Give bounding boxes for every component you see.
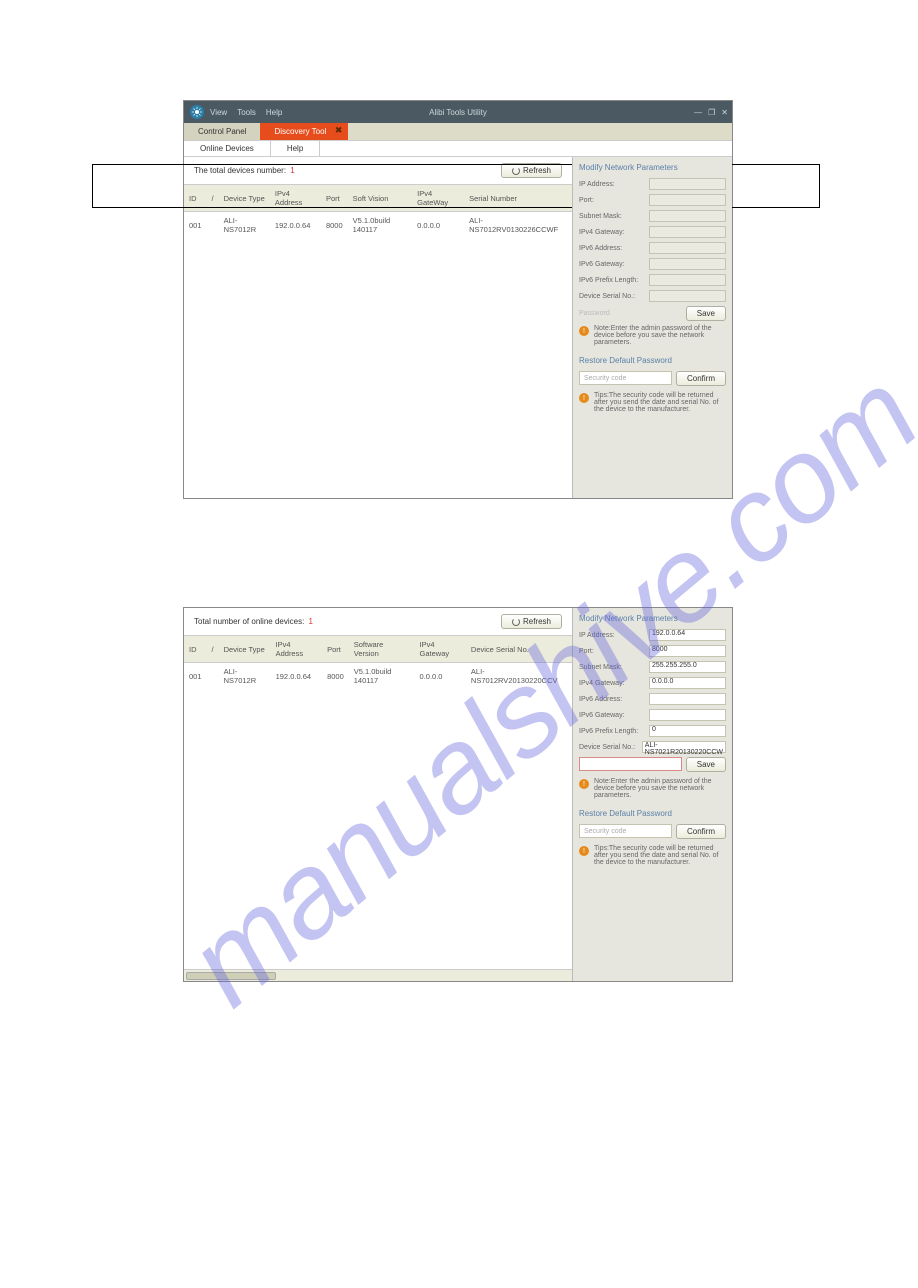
restore-title: Restore Default Password bbox=[579, 809, 726, 818]
save-button[interactable]: Save bbox=[686, 306, 726, 321]
panel-title: Modify Network Parameters bbox=[579, 163, 726, 172]
table-row[interactable]: 001 ALI-NS7012R 192.0.0.64 8000 V5.1.0bu… bbox=[184, 663, 572, 690]
input-prefix[interactable]: 0 bbox=[649, 725, 726, 737]
input-ip[interactable]: 192.0.0.64 bbox=[649, 629, 726, 641]
label-subnet: Subnet Mask: bbox=[579, 664, 649, 671]
window-title: Alibi Tools Utility bbox=[429, 108, 487, 117]
tab-discovery-tool[interactable]: Discovery Tool✖ bbox=[260, 123, 348, 140]
table-row[interactable]: 001 ALI-NS7012R 192.0.0.64 8000 V5.1.0bu… bbox=[184, 212, 572, 239]
confirm-button[interactable]: Confirm bbox=[676, 371, 726, 386]
subtab-help[interactable]: Help bbox=[271, 141, 320, 156]
note-text: Note:Enter the admin password of the dev… bbox=[594, 778, 726, 799]
main-tabs: Control Panel Discovery Tool✖ bbox=[184, 123, 732, 140]
app-logo-icon bbox=[190, 105, 204, 119]
label-port: Port: bbox=[579, 648, 649, 655]
col-serial[interactable]: Device Serial No. bbox=[466, 636, 572, 663]
device-count-label: Total number of online devices: 1 bbox=[194, 617, 313, 626]
input-subnet[interactable]: 255.255.255.0 bbox=[649, 661, 726, 673]
app-window-1: View Tools Help Alibi Tools Utility — ❐ … bbox=[183, 100, 733, 499]
security-code-input[interactable]: Security code bbox=[579, 824, 672, 838]
label-gw6: IPv6 Gateway: bbox=[579, 261, 649, 268]
app-window-2: Total number of online devices: 1 Refres… bbox=[183, 607, 733, 982]
panel-title: Modify Network Parameters bbox=[579, 614, 726, 623]
label-prefix: IPv6 Prefix Length: bbox=[579, 728, 649, 735]
input-port[interactable]: 8000 bbox=[649, 645, 726, 657]
subtab-online-devices[interactable]: Online Devices bbox=[184, 141, 271, 156]
tab-control-panel[interactable]: Control Panel bbox=[184, 123, 260, 140]
tab-close-icon[interactable]: ✖ bbox=[335, 125, 343, 136]
input-gw6[interactable] bbox=[649, 709, 726, 721]
input-port[interactable] bbox=[649, 194, 726, 206]
input-subnet[interactable] bbox=[649, 210, 726, 222]
titlebar: View Tools Help Alibi Tools Utility — ❐ … bbox=[184, 101, 732, 123]
label-gw6: IPv6 Gateway: bbox=[579, 712, 649, 719]
note-text: Note:Enter the admin password of the dev… bbox=[594, 325, 726, 346]
label-ip6: IPv6 Address: bbox=[579, 696, 649, 703]
horizontal-scrollbar[interactable] bbox=[184, 969, 572, 981]
tips-text: Tips:The security code will be returned … bbox=[594, 392, 726, 413]
input-serial[interactable] bbox=[649, 290, 726, 302]
security-code-input[interactable]: Security code bbox=[579, 371, 672, 385]
label-ip: IP Address: bbox=[579, 181, 649, 188]
refresh-button[interactable]: Refresh bbox=[501, 614, 562, 629]
label-subnet: Subnet Mask: bbox=[579, 213, 649, 220]
label-password: Password bbox=[579, 310, 649, 317]
col-id[interactable]: ID bbox=[184, 636, 207, 663]
save-button[interactable]: Save bbox=[686, 757, 726, 772]
col-gateway[interactable]: IPv4 Gateway bbox=[415, 636, 466, 663]
input-ip6[interactable] bbox=[649, 693, 726, 705]
input-prefix[interactable] bbox=[649, 274, 726, 286]
col-device-type[interactable]: Device Type bbox=[219, 636, 271, 663]
input-ip6[interactable] bbox=[649, 242, 726, 254]
password-input[interactable] bbox=[579, 757, 682, 771]
label-gw4: IPv4 Gateway: bbox=[579, 229, 649, 236]
sub-tabs: Online Devices Help bbox=[184, 140, 732, 157]
modify-params-panel: Modify Network Parameters IP Address: Po… bbox=[572, 157, 732, 498]
restore-title: Restore Default Password bbox=[579, 356, 726, 365]
input-gw6[interactable] bbox=[649, 258, 726, 270]
maximize-icon[interactable]: ❐ bbox=[708, 108, 715, 117]
col-soft-version[interactable]: Software Version bbox=[349, 636, 415, 663]
label-port: Port: bbox=[579, 197, 649, 204]
confirm-button[interactable]: Confirm bbox=[676, 824, 726, 839]
tips-text: Tips:The security code will be returned … bbox=[594, 845, 726, 866]
label-serial: Device Serial No.: bbox=[579, 293, 649, 300]
label-ip6: IPv6 Address: bbox=[579, 245, 649, 252]
device-list-pane: Total number of online devices: 1 Refres… bbox=[184, 608, 572, 981]
input-gw4[interactable]: 0.0.0.0 bbox=[649, 677, 726, 689]
input-gw4[interactable] bbox=[649, 226, 726, 238]
minimize-icon[interactable]: — bbox=[694, 108, 702, 117]
modify-params-panel: Modify Network Parameters IP Address:192… bbox=[572, 608, 732, 981]
label-serial: Device Serial No.: bbox=[579, 744, 642, 751]
col-ipv4[interactable]: IPv4 Address bbox=[271, 636, 322, 663]
input-serial[interactable]: ALI-NS7021R20130220CCW bbox=[642, 741, 726, 753]
input-ip[interactable] bbox=[649, 178, 726, 190]
warning-icon: ! bbox=[579, 393, 589, 403]
warning-icon: ! bbox=[579, 779, 589, 789]
col-port[interactable]: Port bbox=[322, 636, 349, 663]
menu-tools[interactable]: Tools bbox=[237, 108, 256, 117]
refresh-icon bbox=[512, 618, 520, 626]
label-ip: IP Address: bbox=[579, 632, 649, 639]
label-gw4: IPv4 Gateway: bbox=[579, 680, 649, 687]
menu-help[interactable]: Help bbox=[266, 108, 282, 117]
close-icon[interactable]: ✕ bbox=[721, 108, 728, 117]
warning-icon: ! bbox=[579, 326, 589, 336]
label-prefix: IPv6 Prefix Length: bbox=[579, 277, 649, 284]
menu-view[interactable]: View bbox=[210, 108, 227, 117]
device-table: ID / Device Type IPv4 Address Port Softw… bbox=[184, 635, 572, 689]
warning-icon: ! bbox=[579, 846, 589, 856]
device-list-pane: The total devices number: 1 Refresh ID /… bbox=[184, 157, 572, 498]
